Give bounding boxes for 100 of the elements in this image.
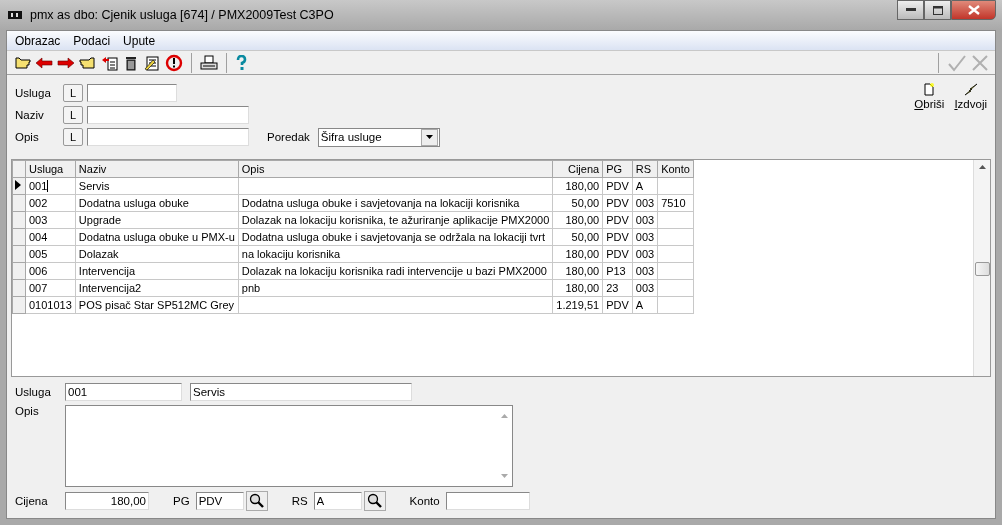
filter-field[interactable] xyxy=(87,128,249,146)
field-label: Opis xyxy=(15,131,40,143)
edit-document-icon[interactable] xyxy=(143,54,161,71)
table-cell: Dodatna usluga obuke u PMX-u xyxy=(78,231,235,243)
table-cell: 0101013 xyxy=(29,299,72,311)
table-cell: 50,00 xyxy=(571,197,600,209)
scroll-down-icon[interactable] xyxy=(500,474,508,478)
close-icon xyxy=(967,5,980,15)
column-header[interactable]: Opis xyxy=(238,160,553,178)
field-label: Usluga xyxy=(15,87,52,99)
field-label: Opis xyxy=(15,405,40,417)
filter-field[interactable] xyxy=(87,106,249,124)
table-cell: Intervencija2 xyxy=(78,282,142,294)
table-cell: P13 xyxy=(606,265,626,277)
table-cell: PDV xyxy=(606,180,629,192)
trash-icon[interactable] xyxy=(123,54,139,71)
close-button[interactable] xyxy=(951,0,996,20)
field-label: Usluga xyxy=(15,386,52,398)
table-cell: 180,00 xyxy=(565,180,600,192)
table-cell: 003 xyxy=(635,248,655,260)
table-cell: POS pisač Star SP512MC Grey xyxy=(78,299,235,311)
print-icon[interactable] xyxy=(200,54,218,71)
description-field[interactable] xyxy=(65,405,513,487)
table-cell: 006 xyxy=(29,265,48,277)
table-cell: Servis xyxy=(78,180,110,192)
table-cell: 001 xyxy=(29,180,49,192)
table-cell: A xyxy=(635,299,644,311)
table-cell: Dodatna usluga obuke xyxy=(78,197,189,209)
table-cell: 003 xyxy=(635,197,655,209)
field-label: RS xyxy=(291,495,308,507)
table-cell: 1.219,51 xyxy=(556,299,600,311)
field-label: Cijena xyxy=(15,495,49,507)
table-cell: 005 xyxy=(29,248,48,260)
lookup-button[interactable]: L xyxy=(63,84,83,102)
column-header[interactable]: Naziv xyxy=(75,160,239,178)
table-cell: 50,00 xyxy=(571,231,600,243)
header-corner xyxy=(12,160,26,178)
table-cell: pnb xyxy=(241,282,261,294)
table-cell: 002 xyxy=(29,197,48,209)
scroll-up-icon[interactable] xyxy=(978,165,986,169)
maximize-icon xyxy=(932,5,943,15)
table-cell: Dolazak xyxy=(78,248,119,260)
column-header[interactable]: Usluga xyxy=(25,160,76,178)
table-cell: A xyxy=(635,180,644,192)
price-field[interactable]: 180,00 xyxy=(65,492,149,510)
clear-button[interactable]: Obriši xyxy=(914,83,945,110)
column-header[interactable]: RS xyxy=(632,160,658,178)
dropdown-caret-icon xyxy=(425,135,433,139)
pg-field[interactable]: PDV xyxy=(195,492,244,510)
rs-field[interactable]: A xyxy=(313,492,362,510)
maximize-button[interactable] xyxy=(924,0,951,20)
table-cell: 004 xyxy=(29,231,48,243)
menu-item[interactable]: Upute xyxy=(123,33,156,48)
table-cell: 180,00 xyxy=(565,214,600,226)
table-cell: 003 xyxy=(29,214,48,226)
table-cell: PDV xyxy=(606,197,629,209)
code-field[interactable]: 001 xyxy=(65,383,182,401)
refresh-alert-icon[interactable] xyxy=(165,53,183,72)
lookup-button[interactable]: L xyxy=(63,128,83,146)
table-cell: PDV xyxy=(606,299,629,311)
table-cell: 23 xyxy=(606,282,619,294)
column-header[interactable]: Cijena xyxy=(552,160,603,178)
arrow-right-icon[interactable] xyxy=(57,55,75,70)
table-cell: Intervencija xyxy=(78,265,136,277)
arrow-left-icon[interactable] xyxy=(35,55,53,70)
table-cell: 180,00 xyxy=(565,248,600,260)
table-cell: 003 xyxy=(635,214,655,226)
name-field[interactable]: Servis xyxy=(190,383,412,401)
table-cell: 180,00 xyxy=(565,282,600,294)
order-dropdown[interactable]: Šifra usluge xyxy=(317,127,440,147)
table-cell: Dolazak na lokaciju korisnika radi intervencije u bazi PMX2000 xyxy=(241,265,547,277)
table-cell: 7510 xyxy=(661,197,686,209)
table-cell: Dolazak na lokaciju korisnika, te ažuriranje aplikacije PMX2000 xyxy=(241,214,550,226)
menu-item[interactable]: Obrazac xyxy=(15,33,61,48)
new-record-icon[interactable] xyxy=(101,54,119,71)
field-label: PG xyxy=(173,495,190,507)
konto-field[interactable] xyxy=(445,492,530,510)
scrollbar[interactable] xyxy=(973,160,990,376)
minimize-icon xyxy=(905,8,916,12)
field-label: Naziv xyxy=(15,109,45,121)
table-cell: Dodatna usluga obuke i savjetovanja se održala na lokaciji tvrt xyxy=(241,231,546,243)
scrollbar-thumb[interactable] xyxy=(974,262,990,276)
column-header[interactable]: Konto xyxy=(657,160,694,178)
lookup-button[interactable]: L xyxy=(63,106,83,124)
app-icon xyxy=(8,11,22,19)
table-cell: PDV xyxy=(606,231,629,243)
minimize-button[interactable] xyxy=(897,0,924,20)
extract-button[interactable]: Izdvoji xyxy=(954,83,987,110)
table-cell: PDV xyxy=(606,248,629,260)
filter-field[interactable] xyxy=(87,84,177,102)
column-header[interactable]: PG xyxy=(602,160,633,178)
help-icon[interactable] xyxy=(235,54,247,71)
order-label: Poredak xyxy=(267,131,310,143)
search-button[interactable] xyxy=(245,491,268,511)
table-cell: Dodatna usluga obuke i savjetovanja na lokaciji korisnika xyxy=(241,197,520,209)
search-button[interactable] xyxy=(363,491,386,511)
table-cell: 003 xyxy=(635,265,655,277)
table-cell: 007 xyxy=(29,282,48,294)
menu-item[interactable]: Podaci xyxy=(73,33,111,48)
table-cell: na lokaciju korisnika xyxy=(241,248,341,260)
